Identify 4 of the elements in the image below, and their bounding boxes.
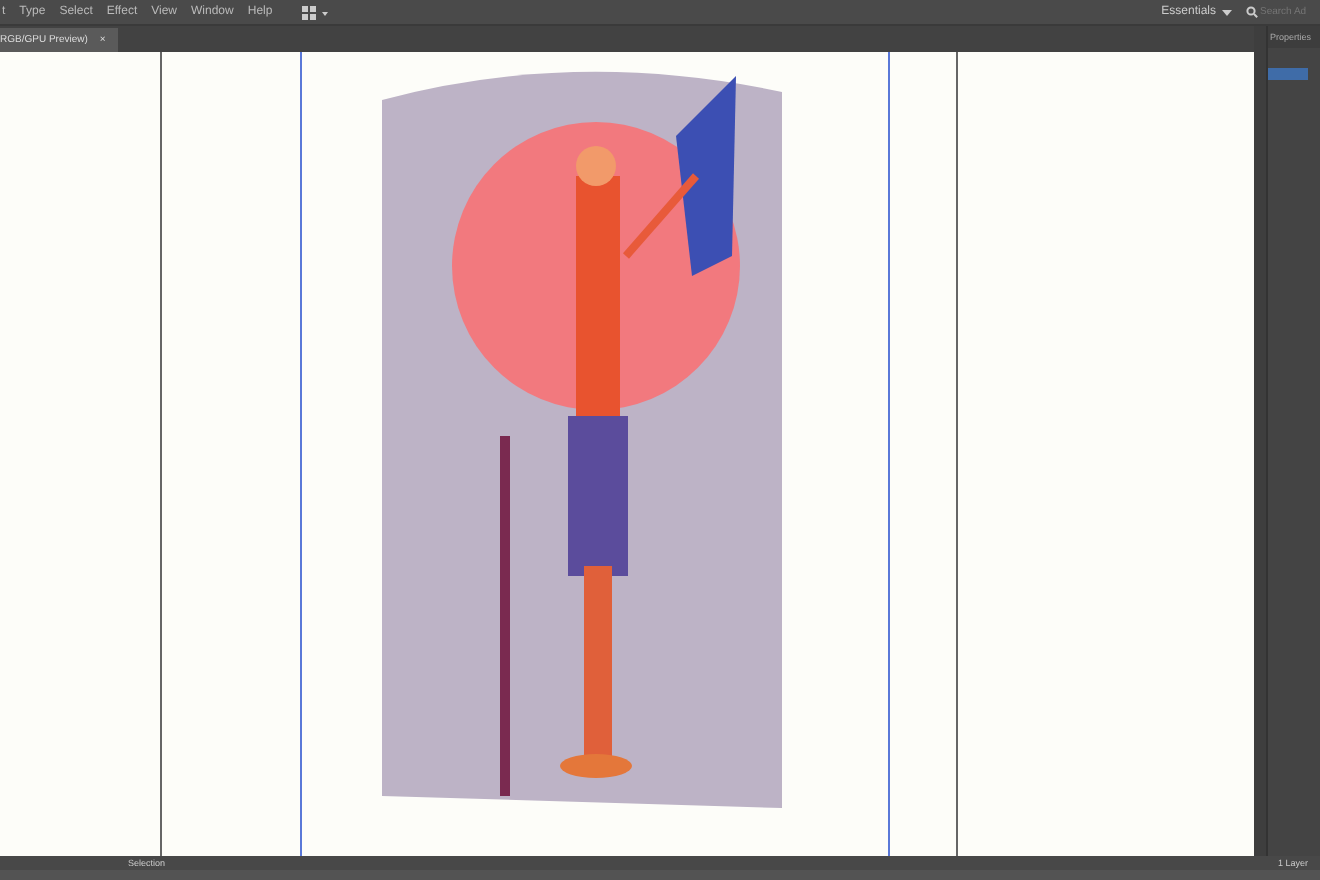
scroll-bar[interactable] <box>1254 26 1266 856</box>
caret-icon <box>1222 9 1232 15</box>
arrange-documents-icon[interactable] <box>302 5 331 19</box>
canvas[interactable] <box>0 52 1254 856</box>
